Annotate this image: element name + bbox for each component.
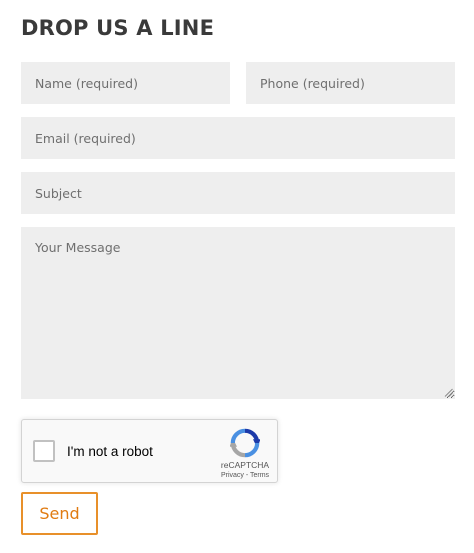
recaptcha-links: Privacy - Terms (200, 472, 290, 479)
recaptcha-label: I'm not a robot (67, 444, 153, 459)
recaptcha-brand: reCAPTCHA (220, 460, 270, 470)
form-title: DROP US A LINE (21, 16, 215, 40)
name-input[interactable] (21, 62, 230, 104)
email-input[interactable] (21, 117, 455, 159)
send-button[interactable]: Send (21, 492, 98, 535)
privacy-link[interactable]: Privacy (221, 472, 244, 479)
recaptcha-checkbox[interactable] (33, 440, 55, 462)
recaptcha-logo-icon (230, 428, 260, 458)
phone-input[interactable] (246, 62, 455, 104)
recaptcha-widget: I'm not a robot reCAPTCHA Privacy - Term… (21, 419, 278, 483)
message-textarea[interactable] (21, 227, 455, 399)
terms-link[interactable]: Terms (250, 472, 269, 479)
subject-input[interactable] (21, 172, 455, 214)
